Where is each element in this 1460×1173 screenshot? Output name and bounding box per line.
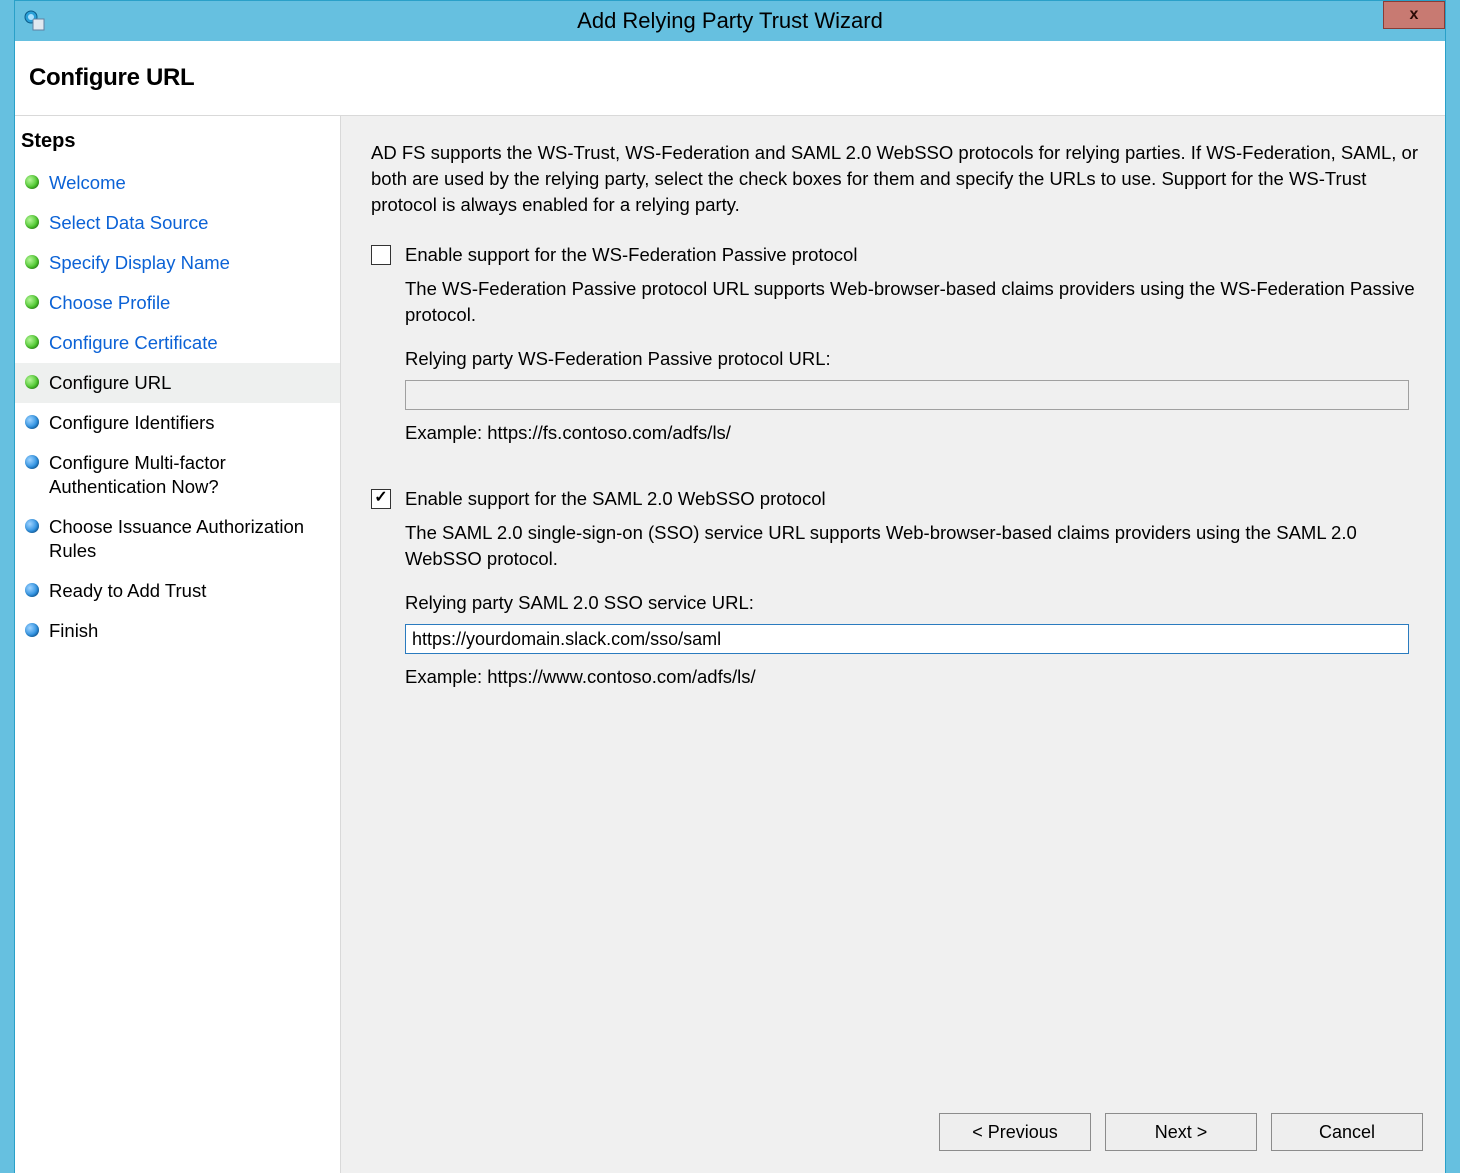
step-label: Finish [49,619,98,643]
window-title: Add Relying Party Trust Wizard [15,8,1445,34]
next-button[interactable]: Next > [1105,1113,1257,1151]
step-label: Configure Multi-factor Authentication No… [49,451,332,499]
step-configure-mfa[interactable]: Configure Multi-factor Authentication No… [15,443,340,507]
app-icon [23,9,47,33]
step-bullet-icon [25,335,39,349]
title-bar[interactable]: Add Relying Party Trust Wizard x [15,1,1445,41]
step-label: Configure Certificate [49,331,218,355]
wizard-buttons: < Previous Next > Cancel [939,1113,1423,1151]
step-bullet-icon [25,519,39,533]
previous-button[interactable]: < Previous [939,1113,1091,1151]
step-select-data-source[interactable]: Select Data Source [15,203,340,243]
cancel-button[interactable]: Cancel [1271,1113,1423,1151]
wizard-window: Add Relying Party Trust Wizard x Configu… [14,0,1446,1173]
wsfederation-url-label: Relying party WS-Federation Passive prot… [405,346,1423,372]
step-configure-identifiers[interactable]: Configure Identifiers [15,403,340,443]
wizard-content: AD FS supports the WS-Trust, WS-Federati… [341,116,1445,1173]
step-label: Choose Issuance Authorization Rules [49,515,332,563]
step-bullet-icon [25,455,39,469]
step-bullet-icon [25,215,39,229]
saml-url-label: Relying party SAML 2.0 SSO service URL: [405,590,1423,616]
step-ready-to-add-trust[interactable]: Ready to Add Trust [15,571,340,611]
step-bullet-icon [25,255,39,269]
step-label: Select Data Source [49,211,208,235]
step-bullet-icon [25,295,39,309]
step-label: Configure Identifiers [49,411,215,435]
step-configure-certificate[interactable]: Configure Certificate [15,323,340,363]
step-bullet-icon [25,415,39,429]
step-specify-display-name[interactable]: Specify Display Name [15,243,340,283]
intro-text: AD FS supports the WS-Trust, WS-Federati… [371,140,1423,218]
wsfederation-checkbox-label: Enable support for the WS-Federation Pas… [405,242,857,268]
saml-url-input[interactable] [405,624,1409,654]
wsfederation-url-input [405,380,1409,410]
step-label: Specify Display Name [49,251,230,275]
saml-checkbox[interactable] [371,489,391,509]
saml-checkbox-label: Enable support for the SAML 2.0 WebSSO p… [405,486,826,512]
step-choose-profile[interactable]: Choose Profile [15,283,340,323]
saml-description: The SAML 2.0 single-sign-on (SSO) servic… [405,520,1423,572]
step-finish[interactable]: Finish [15,611,340,651]
step-label: Ready to Add Trust [49,579,206,603]
wsfederation-url-example: Example: https://fs.contoso.com/adfs/ls/ [405,420,1423,446]
step-choose-issuance-authorization-rules[interactable]: Choose Issuance Authorization Rules [15,507,340,571]
step-bullet-icon [25,583,39,597]
wsfederation-description: The WS-Federation Passive protocol URL s… [405,276,1423,328]
close-button[interactable]: x [1383,1,1445,29]
wizard-header: Configure URL [15,41,1445,116]
window-frame: Add Relying Party Trust Wizard x Configu… [0,0,1460,1173]
step-configure-url[interactable]: Configure URL [15,363,340,403]
page-title: Configure URL [29,64,194,92]
saml-group: Enable support for the SAML 2.0 WebSSO p… [371,486,1423,690]
steps-heading: Steps [15,130,340,163]
wsfederation-group: Enable support for the WS-Federation Pas… [371,242,1423,446]
step-label: Choose Profile [49,291,170,315]
saml-url-example: Example: https://www.contoso.com/adfs/ls… [405,664,1423,690]
wsfederation-checkbox[interactable] [371,245,391,265]
step-welcome[interactable]: Welcome [15,163,340,203]
step-label: Configure URL [49,371,171,395]
step-bullet-icon [25,175,39,189]
step-bullet-icon [25,375,39,389]
step-bullet-icon [25,623,39,637]
close-icon: x [1410,6,1419,24]
step-label: Welcome [49,171,126,195]
steps-sidebar: Steps Welcome Select Data Source Specify… [15,116,341,1173]
